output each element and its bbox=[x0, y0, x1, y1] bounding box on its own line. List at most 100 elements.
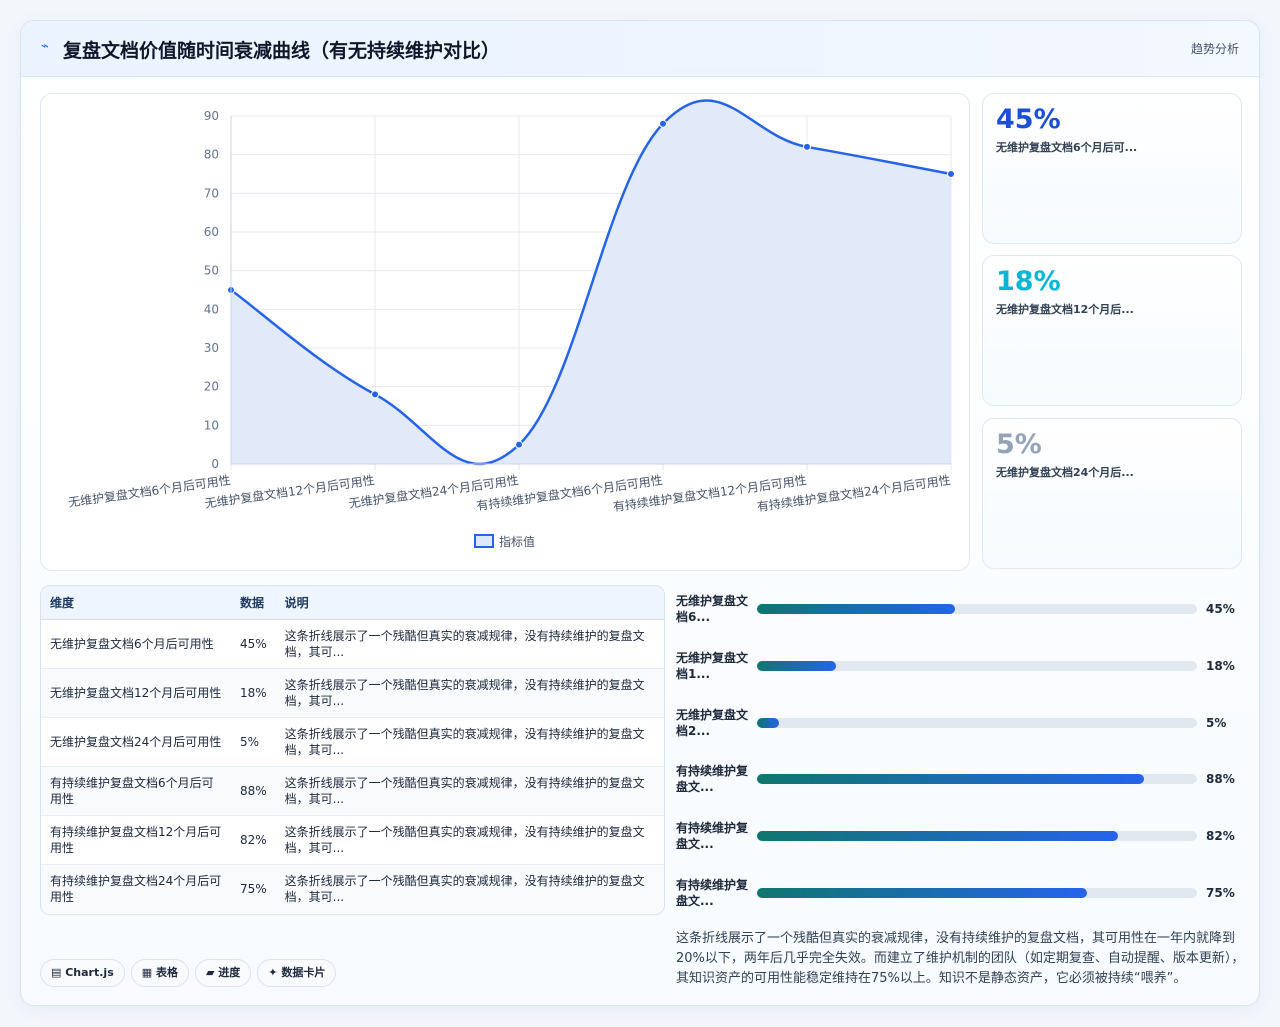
progress-percent: 18% bbox=[1206, 658, 1235, 673]
y-tick-label: 50 bbox=[204, 264, 219, 278]
y-tick-label: 0 bbox=[211, 457, 219, 471]
chip-label: 数据卡片 bbox=[281, 966, 326, 979]
kpi-value: 5% bbox=[996, 429, 1042, 460]
progress-fill bbox=[757, 604, 955, 614]
progress-row: 无维护复盘文档6... 45% bbox=[676, 591, 1241, 631]
kpi-label: 无维护复盘文档12个月后... bbox=[996, 303, 1134, 316]
cell-description: 这条折线展示了一个残酷但真实的衰减规律，没有持续维护的复盘文档，其可... bbox=[275, 668, 664, 718]
progress-percent: 88% bbox=[1206, 772, 1235, 787]
line-chart-icon: ⌁ bbox=[41, 39, 49, 54]
header-value: 数据 bbox=[231, 586, 276, 620]
card-header: ⌁ 复盘文档价值随时间衰减曲线（有无持续维护对比） 趋势分析 bbox=[21, 21, 1259, 77]
table-icon: ▦ bbox=[141, 966, 156, 979]
progress-label: 有持续维护复盘文... bbox=[676, 821, 749, 852]
progress-row: 有持续维护复盘文... 88% bbox=[676, 761, 1241, 801]
cell-value: 82% bbox=[231, 815, 276, 865]
y-tick-label: 70 bbox=[204, 186, 219, 200]
y-tick-label: 30 bbox=[204, 341, 219, 355]
progress-percent: 82% bbox=[1206, 829, 1235, 844]
page-title: 复盘文档价值随时间衰减曲线（有无持续维护对比） bbox=[63, 40, 501, 62]
chip-label: 表格 bbox=[155, 966, 178, 979]
line-chart: 0102030405060708090无维护复盘文档6个月后可用性无维护复盘文档… bbox=[67, 99, 955, 549]
data-point bbox=[515, 440, 523, 449]
kpi-value: 18% bbox=[996, 266, 1061, 297]
progress-label: 有持续维护复盘文... bbox=[676, 878, 749, 908]
table-row: 有持续维护复盘文档24个月后可用性 75% 这条折线展示了一个残酷但真实的衰减规律，… bbox=[41, 864, 664, 913]
table-row: 有持续维护复盘文档6个月后可用性 88% 这条折线展示了一个残酷但真实的衰减规律，没… bbox=[41, 766, 664, 816]
progress-label: 无维护复盘文档2... bbox=[676, 707, 749, 738]
kpi-label: 无维护复盘文档24个月后... bbox=[996, 466, 1134, 479]
table-header-row: 维度 数据 说明 bbox=[41, 586, 664, 620]
table-row: 无维护复盘文档24个月后可用性 5% 这条折线展示了一个残酷但真实的衰减规律，没有持… bbox=[41, 717, 664, 767]
sparkle-icon: ✦ bbox=[268, 966, 282, 979]
progress-row: 有持续维护复盘文... 82% bbox=[676, 818, 1241, 858]
progress-fill bbox=[757, 717, 779, 728]
cell-value: 5% bbox=[231, 717, 276, 767]
progress-percent: 5% bbox=[1206, 715, 1227, 730]
data-point bbox=[659, 119, 667, 128]
progress-track bbox=[757, 774, 1197, 785]
cell-description: 这条折线展示了一个残酷但真实的衰减规律，没有持续维护的复盘文档，其可... bbox=[275, 619, 664, 669]
table-row: 无维护复盘文档12个月后可用性 18% 这条折线展示了一个残酷但真实的衰减规律，没有… bbox=[41, 668, 664, 718]
progress-icon: ▰ bbox=[205, 966, 219, 979]
progress-row: 无维护复盘文档2... 5% bbox=[676, 705, 1241, 745]
kpi-value: 45% bbox=[996, 104, 1061, 135]
progress-track bbox=[757, 660, 1197, 671]
header-tag: 趋势分析 bbox=[1190, 42, 1239, 56]
kpi-card: 5% 无维护复盘文档24个月后... bbox=[982, 418, 1242, 569]
progress-track bbox=[757, 831, 1197, 842]
header-description: 说明 bbox=[275, 586, 664, 620]
header-dimension: 维度 bbox=[41, 586, 231, 620]
chip-list: ▤ Chart.js ▦ 表格 ▰ 进度 ✦ 数据卡片 bbox=[40, 959, 342, 987]
progress-track bbox=[757, 604, 1197, 614]
data-point bbox=[947, 170, 955, 178]
cell-dimension: 无维护复盘文档12个月后可用性 bbox=[41, 668, 231, 718]
kpi-card: 18% 无维护复盘文档12个月后... bbox=[982, 255, 1242, 406]
cell-dimension: 有持续维护复盘文档6个月后可用性 bbox=[41, 766, 231, 816]
y-tick-label: 90 bbox=[204, 109, 219, 123]
cell-description: 这条折线展示了一个残酷但真实的衰减规律，没有持续维护的复盘文档，其可... bbox=[275, 864, 664, 913]
legend-label: 指标值 bbox=[499, 534, 535, 549]
table-row: 无维护复盘文档6个月后可用性 45% 这条折线展示了一个残酷但真实的衰减规律，没有持… bbox=[41, 619, 664, 669]
progress-fill bbox=[757, 774, 1145, 785]
cell-description: 这条折线展示了一个残酷但真实的衰减规律，没有持续维护的复盘文档，其可... bbox=[275, 717, 664, 767]
chart-panel: 0 10 20 30 40 50 60 70 80 90 无维护复盘文档6个月后可用性 无维护复盘文档… bbox=[40, 93, 970, 571]
progress-row: 无维护复盘文档1... 18% bbox=[676, 648, 1241, 688]
progress-fill bbox=[757, 660, 837, 671]
summary-text: 这条折线展示了一个残酷但真实的衰减规律，没有持续维护的复盘文档，其可用性在一年内… bbox=[676, 931, 1245, 986]
progress-fill bbox=[757, 888, 1087, 898]
chip-chart[interactable]: ▤ Chart.js bbox=[40, 959, 125, 987]
progress-list: 无维护复盘文档6... 45% 无维护复盘文档1... 18% 无维护复盘文档2... 5… bbox=[676, 591, 1241, 931]
progress-label: 有持续维护复盘文... bbox=[676, 764, 749, 795]
y-tick-label: 80 bbox=[204, 148, 219, 162]
chip-sparkle[interactable]: ✦ 数据卡片 bbox=[257, 959, 337, 987]
y-tick-label: 40 bbox=[204, 302, 219, 316]
y-tick-label: 20 bbox=[204, 380, 219, 394]
progress-label: 无维护复盘文档6... bbox=[676, 594, 749, 624]
progress-fill bbox=[757, 831, 1118, 842]
cell-value: 18% bbox=[231, 668, 276, 718]
cell-value: 75% bbox=[231, 864, 276, 913]
chip-label: 进度 bbox=[218, 966, 241, 979]
cell-dimension: 有持续维护复盘文档24个月后可用性 bbox=[41, 864, 231, 913]
chart-icon: ▤ bbox=[51, 966, 66, 979]
data-point bbox=[803, 142, 811, 151]
y-tick-label: 10 bbox=[204, 418, 219, 432]
progress-track bbox=[757, 717, 1197, 728]
cell-value: 45% bbox=[231, 619, 276, 669]
cell-value: 88% bbox=[231, 766, 276, 816]
cell-description: 这条折线展示了一个残酷但真实的衰减规律，没有持续维护的复盘文档，其可... bbox=[275, 766, 664, 816]
cell-dimension: 有持续维护复盘文档12个月后可用性 bbox=[41, 815, 231, 865]
dashboard-card: ⌁ 复盘文档价值随时间衰减曲线（有无持续维护对比） 趋势分析 0 10 20 30 40… bbox=[20, 20, 1260, 1006]
cell-dimension: 无维护复盘文档6个月后可用性 bbox=[41, 619, 231, 669]
chip-label: Chart.js bbox=[65, 966, 114, 979]
cell-description: 这条折线展示了一个残酷但真实的衰减规律，没有持续维护的复盘文档，其可... bbox=[275, 815, 664, 865]
kpi-label: 无维护复盘文档6个月后可... bbox=[996, 141, 1138, 154]
chip-table[interactable]: ▦ 表格 bbox=[130, 959, 189, 987]
progress-row: 有持续维护复盘文... 75% bbox=[676, 875, 1241, 915]
progress-percent: 45% bbox=[1206, 602, 1235, 616]
legend-swatch bbox=[474, 534, 494, 548]
chip-progress[interactable]: ▰ 进度 bbox=[194, 959, 252, 987]
progress-percent: 75% bbox=[1206, 886, 1235, 900]
progress-label: 无维护复盘文档1... bbox=[676, 650, 749, 681]
